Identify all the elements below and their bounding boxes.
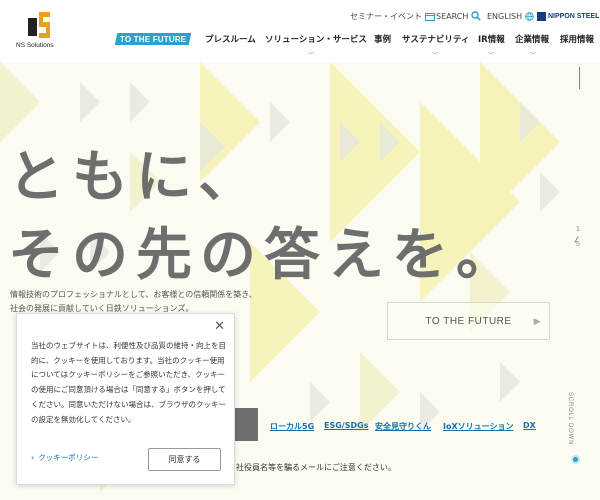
logo-text: NS Solutions	[16, 42, 54, 49]
nav-solutions-services[interactable]: ソリューション・サービス	[265, 33, 367, 45]
ns-solutions-logo[interactable]: NS Solutions	[16, 12, 66, 52]
chevron-down-icon: ﹀	[488, 52, 495, 59]
nippon-steel-mark-icon	[537, 11, 546, 21]
calendar-icon	[425, 12, 435, 21]
chevron-down-icon: ﹀	[432, 52, 439, 59]
slide-pager: 1 5	[570, 226, 586, 248]
nav-ir[interactable]: IR情報	[478, 33, 505, 45]
site-header: NS Solutions セミナー・イベント SEARCH ENGLISH NI…	[0, 0, 600, 62]
agree-button[interactable]: 同意する	[148, 448, 221, 471]
pager-current: 1	[576, 226, 580, 233]
cookie-consent-dialog: ✕ 当社のウェブサイトは、利便性及び品質の維持・向上を目的に、クッキーを使用して…	[16, 313, 235, 485]
tag-esg-sdgs[interactable]: ESG/SDGs	[324, 421, 368, 430]
to-the-future-button-label: TO THE FUTURE	[425, 315, 512, 327]
cookie-text: 当社のウェブサイトは、利便性及び品質の維持・向上を目的に、クッキーを使用しており…	[31, 341, 226, 424]
search-label: SEARCH	[436, 11, 469, 21]
search-link[interactable]: SEARCH	[436, 9, 482, 23]
to-the-future-button[interactable]: TO THE FUTURE ▶	[387, 302, 550, 340]
hero-headline-line1: ともに、	[8, 145, 263, 210]
tag-iox-solution[interactable]: IoXソリューション	[443, 421, 513, 432]
pager-total: 5	[576, 241, 580, 248]
to-the-future-tag[interactable]: TO THE FUTURE	[114, 33, 192, 45]
scroll-indicator-line	[579, 67, 580, 89]
tag-anzen-mimamori[interactable]: 安全見守りくん	[375, 421, 431, 432]
nippon-steel-label: NIPPON STEEL	[548, 12, 600, 20]
seminar-event-label: セミナー・イベント	[350, 11, 422, 21]
scroll-down-label[interactable]: SCROLL DOWN	[567, 392, 573, 445]
cookie-policy-link[interactable]: › クッキーポリシー	[31, 452, 98, 463]
cookie-policy-label: クッキーポリシー	[38, 453, 99, 462]
nav-press-room[interactable]: プレスルーム	[205, 33, 256, 45]
hero-subtext-line1: 情報技術のプロフェッショナルとして、お客様との信頼関係を築き、	[10, 290, 257, 299]
english-label: ENGLISH	[487, 11, 523, 21]
scroll-dot-icon	[573, 457, 578, 462]
seminar-event-link[interactable]: セミナー・イベント	[350, 9, 435, 23]
globe-icon	[525, 11, 534, 21]
nav-recruit[interactable]: 採用情報	[560, 33, 594, 45]
to-the-future-tag-label: TO THE FUTURE	[120, 34, 187, 44]
tag-strip-block	[231, 408, 258, 441]
search-icon	[471, 11, 482, 21]
ns-logo-mark-icon	[28, 12, 50, 38]
hero-headline-line2: その先の答えを。	[8, 223, 520, 288]
nippon-steel-logo[interactable]: NIPPON STEEL	[537, 9, 599, 23]
chevron-down-icon: ﹀	[530, 52, 537, 59]
arrow-right-icon: ▶	[533, 316, 541, 326]
nav-case-studies[interactable]: 事例	[374, 33, 391, 45]
tag-dx[interactable]: DX	[523, 421, 536, 430]
chevron-down-icon: ﹀	[308, 52, 315, 59]
tag-local5g[interactable]: ローカル5G	[270, 421, 314, 432]
nav-sustainability[interactable]: サステナビリティ	[402, 33, 469, 45]
nav-company[interactable]: 企業情報	[515, 33, 549, 45]
phishing-notice[interactable]: 社役員名等を騙るメールにご注意ください。	[236, 462, 396, 473]
chevron-right-icon: ›	[31, 453, 35, 462]
close-icon[interactable]: ✕	[214, 320, 225, 333]
english-link[interactable]: ENGLISH	[487, 9, 534, 23]
